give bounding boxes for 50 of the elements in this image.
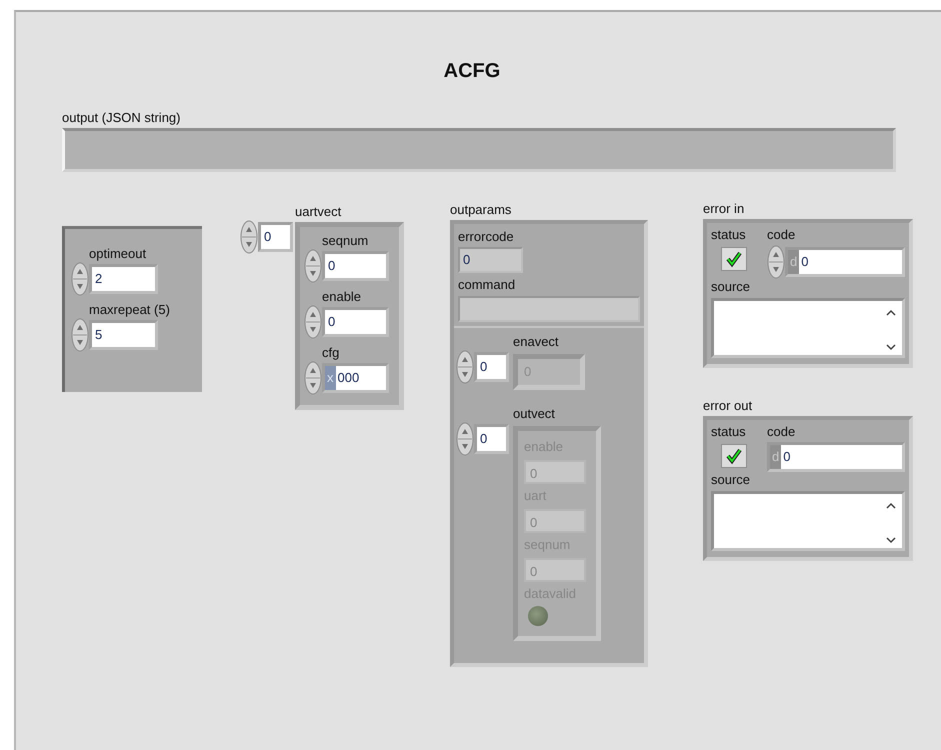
spin-buttons[interactable] xyxy=(456,422,474,456)
spin-buttons[interactable] xyxy=(71,318,89,352)
code-label: code xyxy=(767,424,796,440)
control-label: optimeout xyxy=(88,246,148,262)
spin-buttons[interactable] xyxy=(304,249,322,283)
code-field[interactable]: d 0 xyxy=(767,442,905,472)
output-label: output (JSON string) xyxy=(62,110,182,126)
spin-buttons[interactable] xyxy=(304,361,322,395)
number-indicator: 0 xyxy=(524,558,586,582)
source-label: source xyxy=(711,279,752,295)
code-field[interactable]: d 0 xyxy=(785,247,905,277)
status-check-icon[interactable] xyxy=(721,247,747,271)
control-label: cfg xyxy=(321,345,340,361)
spin-buttons[interactable] xyxy=(456,350,474,384)
number-indicator: 0 xyxy=(458,247,523,273)
status-check-icon[interactable] xyxy=(721,444,747,468)
array-label: uartvect xyxy=(295,204,342,220)
number-field[interactable]: x 000 xyxy=(322,363,389,393)
scroll-up-icon[interactable] xyxy=(886,502,896,509)
number-indicator: 0 xyxy=(524,460,586,484)
spin-buttons[interactable] xyxy=(304,305,322,339)
scroll-up-icon[interactable] xyxy=(886,309,896,316)
array-label: enavect xyxy=(513,334,560,350)
number-field[interactable]: 2 xyxy=(89,264,158,294)
source-field[interactable] xyxy=(711,491,905,551)
control-label: enable xyxy=(321,289,362,305)
cluster-label: error in xyxy=(703,201,746,217)
scroll-down-icon[interactable] xyxy=(886,537,896,544)
array-label: outvect xyxy=(513,406,556,422)
number-indicator: 0 xyxy=(524,509,586,533)
number-field[interactable]: 5 xyxy=(89,320,158,350)
source-label: source xyxy=(711,472,752,488)
control-label: command xyxy=(458,277,516,293)
source-field[interactable] xyxy=(711,298,905,358)
cluster-label: outparams xyxy=(450,202,512,218)
code-label: code xyxy=(767,227,796,243)
control-label: maxrepeat (5) xyxy=(88,302,171,318)
status-label: status xyxy=(711,227,747,243)
array-index-field[interactable]: 0 xyxy=(258,222,293,252)
spin-buttons[interactable] xyxy=(240,220,258,254)
panel-title: ACFG xyxy=(442,60,502,83)
spin-buttons[interactable] xyxy=(71,262,89,296)
number-field[interactable]: 0 xyxy=(322,307,389,337)
number-field[interactable]: 0 xyxy=(322,251,389,281)
control-label: seqnum xyxy=(321,233,370,249)
control-label: errorcode xyxy=(458,229,515,245)
cluster-label: error out xyxy=(703,398,754,414)
status-label: status xyxy=(711,424,747,440)
spin-buttons[interactable] xyxy=(767,245,785,279)
scroll-down-icon[interactable] xyxy=(886,344,896,351)
